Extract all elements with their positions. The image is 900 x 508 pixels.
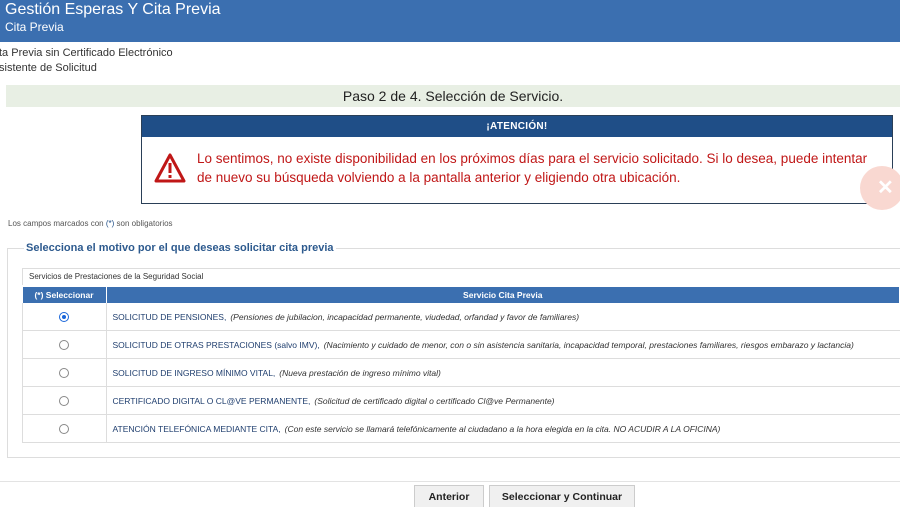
service-description: (Nacimiento y cuidado de menor, con o si… [323,339,854,350]
close-icon: ✕ [877,177,894,199]
column-header-service: Servicio Cita Previa [106,287,900,303]
breadcrumb-item[interactable]: ta Previa sin Certificado Electrónico [0,47,173,59]
alert-message: Lo sentimos, no existe disponibilidad en… [197,151,868,185]
required-asterisk: (*) [105,219,115,228]
warning-icon [154,153,186,183]
fieldset-legend: Selecciona el motivo por el que deseas s… [24,242,336,254]
table-row[interactable]: SOLICITUD DE OTRAS PRESTACIONES (salvo I… [22,330,900,359]
service-table: (*) Seleccionar Servicio Cita Previa SOL… [22,287,900,443]
table-row[interactable]: CERTIFICADO DIGITAL O CL@VE PERMANENTE,(… [22,386,900,415]
service-description: (Con este servicio se llamará telefónica… [284,423,721,434]
previous-button[interactable]: Anterior [414,485,484,507]
table-row[interactable]: SOLICITUD DE INGRESO MÍNIMO VITAL, (Nueva… [22,358,900,387]
service-description: (Pensiones de jubilacion, incapacidad pe… [230,311,580,322]
table-row[interactable]: SOLICITUD DE PENSIONES, (Pensiones de jub… [22,303,900,331]
service-cell: SOLICITUD DE PENSIONES, (Pensiones de jub… [106,303,900,331]
service-cell: SOLICITUD DE OTRAS PRESTACIONES (salvo I… [106,330,900,359]
service-description: (Solicitud de certificado digital o cert… [314,395,555,406]
radio-cell[interactable] [22,303,107,331]
step-indicator: Paso 2 de 4. Selección de Servicio. [6,85,900,107]
service-description: (Nueva prestación de ingreso mínimo vita… [279,367,441,378]
close-button[interactable]: ✕ [860,166,900,210]
service-name: CERTIFICADO DIGITAL O CL@VE PERMANENTE, [112,395,311,406]
app-header: Gestión Esperas Y Cita Previa Cita Previ… [0,0,900,42]
alert-heading: ¡ATENCIÓN! [142,116,892,137]
app-title: Gestión Esperas Y Cita Previa [5,1,221,18]
service-cell: CERTIFICADO DIGITAL O CL@VE PERMANENTE,(… [106,386,900,415]
required-fields-note: Los campos marcados con (*) son obligato… [8,219,173,228]
divider [0,481,900,482]
service-cell: ATENCIÓN TELEFÓNICA MEDIANTE CITA, (Con e… [106,414,900,443]
radio-cell[interactable] [22,358,107,387]
table-row[interactable]: ATENCIÓN TELEFÓNICA MEDIANTE CITA, (Con e… [22,414,900,443]
service-cell: SOLICITUD DE INGRESO MÍNIMO VITAL, (Nueva… [106,358,900,387]
service-name: SOLICITUD DE OTRAS PRESTACIONES (salvo I… [112,339,320,350]
app-subtitle: Cita Previa [5,20,64,34]
breadcrumb-item[interactable]: sistente de Solicitud [0,62,97,74]
service-name: SOLICITUD DE PENSIONES, [112,311,227,322]
service-radio[interactable] [59,395,70,406]
service-radio[interactable] [59,311,70,322]
service-name: SOLICITUD DE INGRESO MÍNIMO VITAL, [112,367,276,378]
radio-cell[interactable] [22,414,107,443]
service-radio[interactable] [59,367,70,378]
radio-cell[interactable] [22,386,107,415]
required-note-text: son obligatorios [114,219,173,228]
service-radio[interactable] [59,339,70,350]
radio-cell[interactable] [22,330,107,359]
select-continue-button[interactable]: Seleccionar y Continuar [489,485,635,507]
section-label: Servicios de Prestaciones de la Segurida… [22,268,900,285]
service-name: ATENCIÓN TELEFÓNICA MEDIANTE CITA, [112,423,281,434]
alert-box: ¡ATENCIÓN! Lo sentimos, no existe dispon… [141,115,893,204]
required-note-text: Los campos marcados con [8,219,106,228]
column-header-select: (*) Seleccionar [22,287,107,303]
service-radio[interactable] [59,423,70,434]
